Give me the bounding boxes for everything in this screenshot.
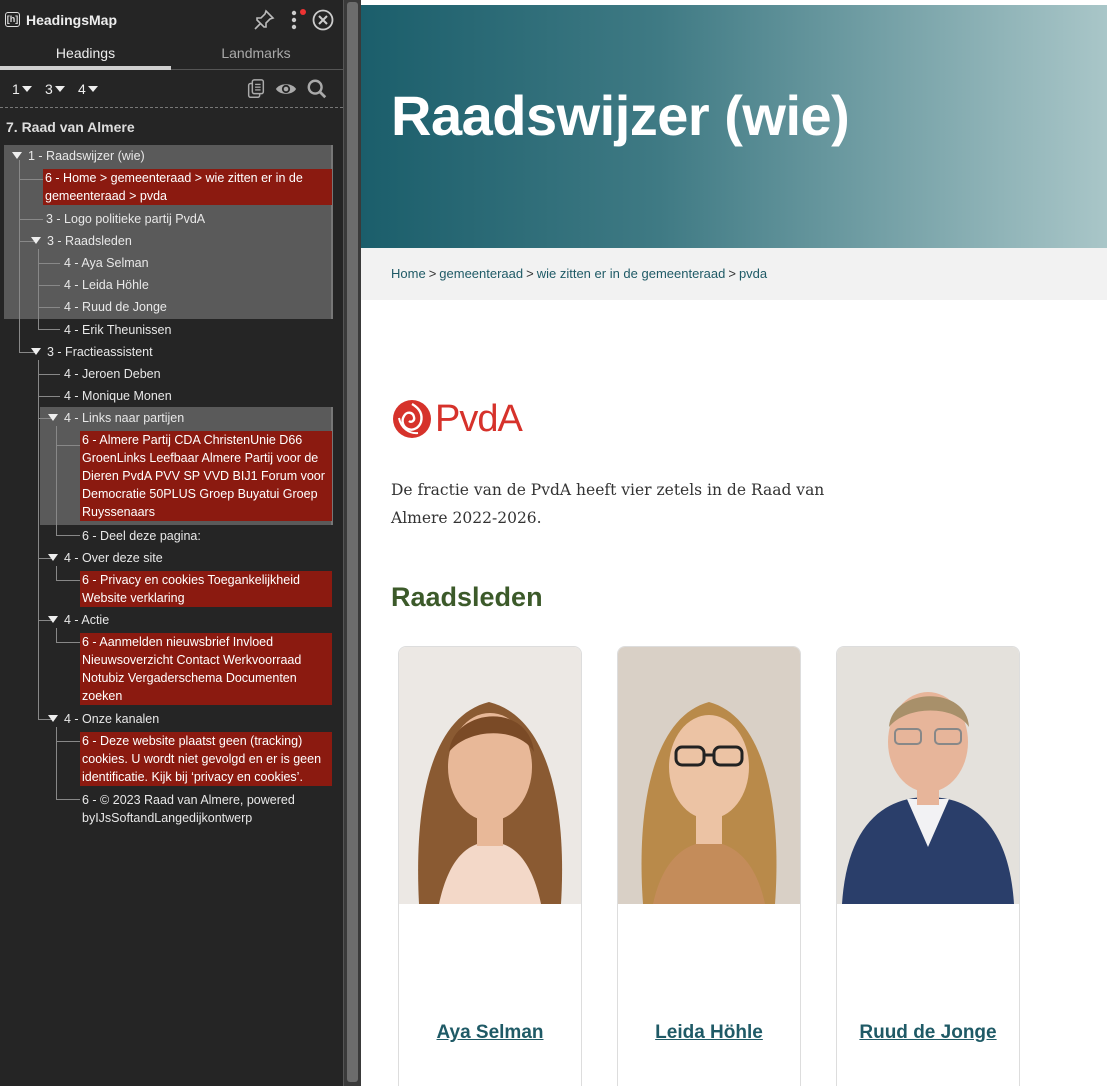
breadcrumb-separator: > [428,266,437,281]
tree-item[interactable]: 4 - Actie [48,611,109,629]
caret-down-icon[interactable] [48,616,58,623]
pvda-logo-text: PvdA [435,398,523,440]
tree-item[interactable]: 6 - Deel deze pagina: [82,527,201,545]
copy-icon[interactable] [245,78,267,100]
tree-item[interactable]: 4 - Ruud de Jonge [64,298,167,316]
tree-item-error[interactable]: 6 - Privacy en cookies Toegankelijkheid … [80,571,332,607]
caret-down-icon[interactable] [48,554,58,561]
member-photo [837,647,1019,904]
member-card[interactable]: Leida Höhle [617,646,801,1086]
tree-item[interactable]: 4 - Links naar partijen [48,409,184,427]
member-link[interactable]: Leida Höhle [618,1022,800,1044]
caret-down-icon [21,86,32,92]
hero-banner: Raadswijzer (wie) [361,5,1107,248]
tab-headings[interactable]: Headings [0,40,171,70]
caret-down-icon[interactable] [48,414,58,421]
tree-item-error[interactable]: 6 - Home > gemeenteraad > wie zitten er … [43,169,332,205]
tree-item[interactable]: 1 - Raadswijzer (wie) [12,147,145,165]
headingsmap-logo-icon: [h] [5,12,20,27]
caret-down-icon [87,86,98,92]
tree-item-error[interactable]: 6 - Deze website plaatst geen (tracking)… [80,732,332,786]
panel-scrollbar[interactable] [343,0,361,1086]
panel-tabs: Headings Landmarks [0,40,343,70]
member-link[interactable]: Ruud de Jonge [837,1022,1019,1044]
tree-title: 7. Raad van Almere [6,119,135,135]
member-photo [399,647,581,904]
tree-item[interactable]: 4 - Erik Theunissen [64,321,171,339]
tree-item-error[interactable]: 6 - Almere Partij CDA ChristenUnie D66 G… [80,431,332,521]
member-card[interactable]: Aya Selman [398,646,582,1086]
pin-icon[interactable] [252,8,276,32]
web-page: Raadswijzer (wie) Home > gemeenteraad > wie … [361,0,1107,1086]
tree-item[interactable]: 3 - Raadsleden [31,232,132,250]
tree-item[interactable]: 4 - Monique Monen [64,387,172,405]
caret-down-icon[interactable] [48,715,58,722]
tree-item-label: 1 - Raadswijzer (wie) [28,149,145,163]
caret-down-icon[interactable] [31,348,41,355]
search-icon[interactable] [306,78,328,100]
member-photo [618,647,800,904]
tree-item[interactable]: 4 - Aya Selman [64,254,149,272]
breadcrumb-link-gemeenteraad[interactable]: gemeenteraad [439,266,523,281]
tree-item[interactable]: 4 - Over deze site [48,549,163,567]
tree-item-error[interactable]: 6 - Aanmelden nieuwsbrief Invloed Nieuws… [80,633,332,705]
panel-title: HeadingsMap [26,12,118,28]
breadcrumb-separator: > [526,266,534,281]
breadcrumb-bar: Home > gemeenteraad > wie zitten er in de ge… [361,248,1107,300]
level-label: 4 [78,81,86,97]
breadcrumb-link-wie-zitten[interactable]: wie zitten er in de gemeenteraad [537,266,726,281]
tree-item-label: 4 - Actie [64,613,110,627]
tree-item-label: 3 - Raadsleden [47,234,132,248]
pvda-rose-icon [393,400,431,438]
breadcrumb-link-home[interactable]: Home [391,266,426,281]
level-label: 1 [12,81,20,97]
pvda-logo: PvdA [391,398,531,442]
level-1-dropdown[interactable]: 1 [12,81,32,97]
tree-item[interactable]: 3 - Logo politieke partij PvdA [46,210,205,228]
tree-item[interactable]: 6 - © 2023 Raad van Almere, powered byIJ… [82,791,332,827]
eye-icon[interactable] [275,78,297,100]
intro-text: De fractie van de PvdA heeft vier zetels… [391,481,825,527]
tab-landmarks[interactable]: Landmarks [171,40,341,70]
headings-tree: 1 - Raadswijzer (wie) 6 - Home > gemeent… [0,145,343,845]
member-link[interactable]: Aya Selman [399,1022,581,1044]
breadcrumb: Home > gemeenteraad > wie zitten er in de ge… [391,266,767,281]
level-4-dropdown[interactable]: 4 [78,81,98,97]
headingsmap-panel: [h] HeadingsMap Headings Landmarks 1 3 4 [0,0,343,1086]
tree-item-label: 4 - Links naar partijen [64,411,185,425]
tree-item-label: 4 - Onze kanalen [64,712,160,726]
close-icon[interactable] [311,8,335,32]
tree-item[interactable]: 4 - Onze kanalen [48,710,159,728]
page-title: Raadswijzer (wie) [391,84,850,147]
breadcrumb-separator: > [728,266,736,281]
caret-down-icon [54,86,65,92]
tree-item-label: 3 - Fractieassistent [47,345,153,359]
member-card[interactable]: Ruud de Jonge [836,646,1020,1086]
level-label: 3 [45,81,53,97]
panel-scrollbar-thumb[interactable] [347,2,358,1082]
panel-toolbar: 1 3 4 [0,70,343,108]
section-title: Raadsleden [391,582,543,612]
tree-item[interactable]: 3 - Fractieassistent [31,343,153,361]
tree-item-label: 4 - Over deze site [64,551,163,565]
level-3-dropdown[interactable]: 3 [45,81,65,97]
caret-down-icon[interactable] [31,237,41,244]
panel-header: [h] HeadingsMap [0,0,343,40]
caret-down-icon[interactable] [12,152,22,159]
tree-item[interactable]: 4 - Jeroen Deben [64,365,161,383]
tree-item[interactable]: 4 - Leida Höhle [64,276,149,294]
more-options-icon[interactable] [284,8,308,32]
breadcrumb-current: pvda [738,266,768,281]
